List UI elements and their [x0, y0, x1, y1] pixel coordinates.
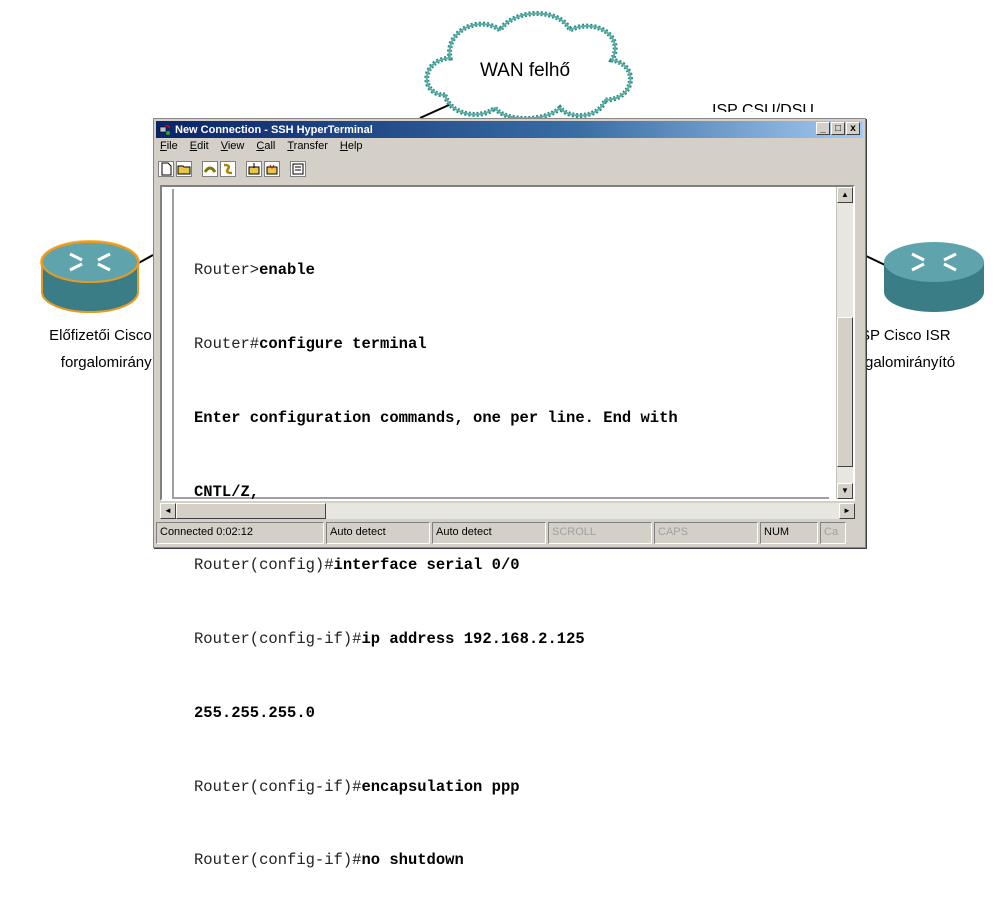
terminal-line: Router(config-if)#no shutdown: [194, 851, 464, 870]
receive-icon[interactable]: [264, 161, 280, 177]
disconnect-icon[interactable]: [220, 161, 236, 177]
status-scroll: SCROLL: [548, 522, 652, 544]
menu-help[interactable]: Help: [340, 140, 363, 156]
left-router-icon: [40, 240, 140, 313]
horizontal-scroll-thumb[interactable]: [176, 503, 326, 519]
scroll-down-icon[interactable]: ▼: [837, 483, 853, 499]
terminal-output: Router>enable Router#configure terminal …: [194, 209, 834, 922]
status-auto-detect-2: Auto detect: [432, 522, 546, 544]
left-router-label-line2: forgalomirányít: [60, 354, 160, 371]
menu-bar: File Edit View Call Transfer Help: [160, 140, 363, 156]
send-icon[interactable]: [246, 161, 262, 177]
right-link-line: [863, 254, 886, 266]
maximize-button[interactable]: □: [831, 122, 845, 135]
terminal-line: Router(config-if)#encapsulation ppp: [194, 777, 520, 796]
menu-file[interactable]: File: [160, 140, 178, 156]
status-capture: Ca: [820, 522, 846, 544]
close-button[interactable]: x: [846, 122, 860, 135]
window-title: New Connection - SSH HyperTerminal: [175, 123, 373, 136]
horizontal-scrollbar[interactable]: ◄ ►: [160, 503, 855, 519]
new-icon[interactable]: [158, 161, 174, 177]
right-router-icon: [884, 242, 984, 312]
status-auto-detect-1: Auto detect: [326, 522, 430, 544]
hyperterminal-window: New Connection - SSH HyperTerminal _ □ x…: [153, 118, 866, 869]
vertical-scrollbar[interactable]: ▲ ▼: [836, 187, 853, 499]
right-router-label-line2: rgalomirányító: [860, 354, 956, 371]
terminal-line: Router#configure terminal: [194, 334, 427, 353]
menu-transfer[interactable]: Transfer: [287, 140, 328, 156]
terminal-area[interactable]: Router>enable Router#configure terminal …: [160, 185, 855, 869]
right-router-label: SP Cisco ISR rgalomirányító: [860, 322, 994, 376]
window-controls: _ □ x: [816, 122, 860, 135]
toolbar: [158, 159, 308, 179]
wan-cloud-label: WAN felhő: [479, 60, 571, 81]
terminal-line: Enter configuration commands, one per li…: [194, 408, 678, 427]
left-router-label-line1: Előfizetői Cisco I: [49, 327, 160, 344]
connect-icon[interactable]: [202, 161, 218, 177]
status-num: NUM: [760, 522, 818, 544]
open-icon[interactable]: [176, 161, 192, 177]
scroll-up-icon[interactable]: ▲: [837, 187, 853, 203]
status-connected: Connected 0:02:12: [156, 522, 324, 544]
terminal-line: CNTL/Z,: [194, 482, 260, 501]
terminal-line: Router>enable: [194, 261, 315, 280]
menu-edit[interactable]: Edit: [190, 140, 209, 156]
vertical-scroll-thumb[interactable]: [837, 317, 853, 467]
status-caps: CAPS: [654, 522, 758, 544]
title-bar[interactable]: New Connection - SSH HyperTerminal _ □ x: [156, 121, 863, 138]
minimize-button[interactable]: _: [816, 122, 830, 135]
isp-csu-dsu-label: ISP CSU/DSU: [712, 102, 814, 112]
menu-view[interactable]: View: [221, 140, 245, 156]
properties-icon[interactable]: [290, 161, 306, 177]
status-bar: Connected 0:02:12 Auto detect Auto detec…: [156, 522, 863, 544]
terminal-line: Router(config)#interface serial 0/0: [194, 556, 520, 575]
scroll-right-icon[interactable]: ►: [839, 503, 855, 519]
left-router-label: Előfizetői Cisco I forgalomirányít: [0, 322, 160, 376]
terminal-line: Router(config-if)#ip address 192.168.2.1…: [194, 630, 585, 649]
scroll-left-icon[interactable]: ◄: [160, 503, 176, 519]
hyperterminal-app-icon: [159, 124, 171, 135]
terminal-line: 255.255.255.0: [194, 703, 315, 722]
menu-call[interactable]: Call: [256, 140, 275, 156]
right-router-label-line1: SP Cisco ISR: [860, 327, 951, 344]
